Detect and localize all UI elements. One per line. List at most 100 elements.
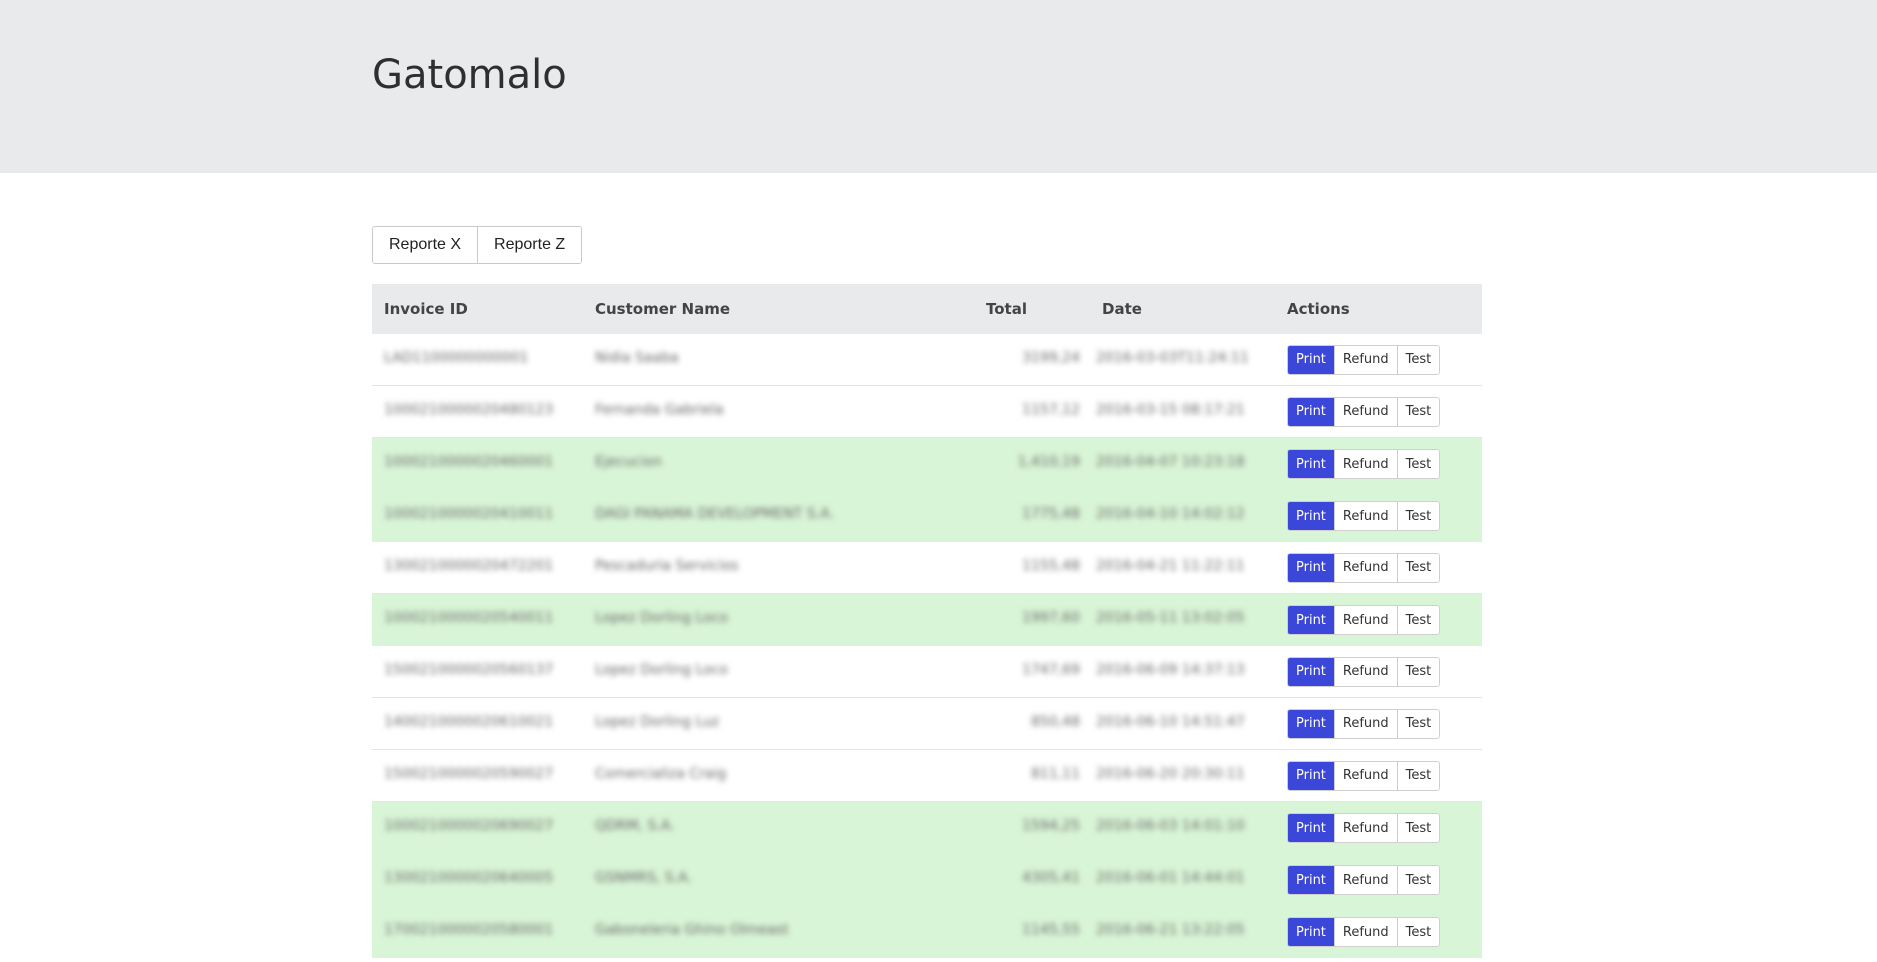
total-cell: 811,11 bbox=[1031, 765, 1080, 782]
date-cell: 2016-05-11 13:02:05 bbox=[1096, 610, 1245, 626]
row-actions: Print Refund Test bbox=[1287, 344, 1441, 375]
row-actions: Print Refund Test bbox=[1287, 656, 1441, 687]
date-cell: 2016-06-09 14:37:13 bbox=[1096, 661, 1245, 678]
refund-button[interactable]: Refund bbox=[1333, 709, 1397, 738]
report-button-group: Reporte X Reporte Z bbox=[372, 226, 583, 264]
table-row: 1000210000020540011 Lopez Dorling Loco 199… bbox=[372, 594, 1482, 646]
total-cell: 1157,12 bbox=[1022, 401, 1080, 418]
test-button[interactable]: Test bbox=[1396, 553, 1440, 582]
invoice-id-cell: 1000210000020540011 bbox=[384, 610, 554, 626]
total-cell: 1,410,19 bbox=[1017, 454, 1080, 470]
refund-button[interactable]: Refund bbox=[1333, 397, 1397, 426]
invoice-id-cell: 1000210000020410011 bbox=[384, 506, 554, 522]
test-button[interactable]: Test bbox=[1396, 606, 1440, 634]
print-button[interactable]: Print bbox=[1288, 397, 1334, 426]
refund-button[interactable]: Refund bbox=[1333, 761, 1397, 790]
print-button[interactable]: Print bbox=[1288, 502, 1334, 530]
total-cell: 4305,41 bbox=[1022, 870, 1080, 886]
row-actions: Print Refund Test bbox=[1287, 396, 1441, 427]
test-button[interactable]: Test bbox=[1396, 397, 1440, 426]
table-row: LAD1100000000001 Nidia Saaba 3199,24 2016-0… bbox=[372, 334, 1482, 386]
total-cell: 1145,55 bbox=[1022, 922, 1080, 938]
total-cell: 1997,60 bbox=[1022, 610, 1080, 626]
refund-button[interactable]: Refund bbox=[1333, 450, 1397, 478]
table-row: 1700210000020580001 Gaboneleria Ghino Olm… bbox=[372, 906, 1482, 958]
refund-button[interactable]: Refund bbox=[1333, 657, 1397, 686]
print-button[interactable]: Print bbox=[1288, 553, 1334, 582]
table-row: 1000210000020480123 Fernanda Gabriela 1157… bbox=[372, 386, 1482, 438]
customer-name-cell: Lopez Dorling Loco bbox=[595, 661, 728, 678]
reporte-x-button[interactable]: Reporte X bbox=[373, 227, 478, 263]
refund-button[interactable]: Refund bbox=[1333, 918, 1397, 946]
total-cell: 1594,25 bbox=[1022, 818, 1080, 834]
invoice-id-cell: 1400210000020610021 bbox=[384, 713, 554, 730]
customer-name-cell: Lopez Dorling Luz bbox=[595, 713, 720, 730]
refund-button[interactable]: Refund bbox=[1333, 866, 1397, 894]
invoice-id-cell: 1300210000020640005 bbox=[384, 870, 554, 886]
total-cell: 3199,24 bbox=[1022, 349, 1080, 366]
customer-name-cell: Fernanda Gabriela bbox=[595, 401, 724, 418]
row-actions: Print Refund Test bbox=[1287, 708, 1441, 739]
row-actions: Print Refund Test bbox=[1287, 917, 1441, 947]
table-row: 1500210000020560137 Lopez Dorling Loco 174… bbox=[372, 646, 1482, 698]
print-button[interactable]: Print bbox=[1288, 709, 1334, 738]
date-cell: 2016-03-03T11:24:11 bbox=[1096, 349, 1249, 366]
refund-button[interactable]: Refund bbox=[1333, 553, 1397, 582]
date-cell: 2016-04-07 10:23:18 bbox=[1096, 454, 1245, 470]
customer-name-cell: Ejecucion bbox=[595, 454, 662, 470]
test-button[interactable]: Test bbox=[1396, 709, 1440, 738]
print-button[interactable]: Print bbox=[1288, 345, 1334, 374]
table-body: LAD1100000000001 Nidia Saaba 3199,24 2016-0… bbox=[372, 334, 1482, 958]
date-cell: 2016-06-10 14:51:47 bbox=[1096, 713, 1245, 730]
refund-button[interactable]: Refund bbox=[1333, 606, 1397, 634]
print-button[interactable]: Print bbox=[1288, 606, 1334, 634]
customer-name-cell: Nidia Saaba bbox=[595, 349, 679, 366]
reporte-z-button[interactable]: Reporte Z bbox=[477, 227, 582, 263]
print-button[interactable]: Print bbox=[1288, 866, 1334, 894]
invoice-table: Invoice ID Customer Name Total Date Acti… bbox=[372, 284, 1482, 958]
row-actions: Print Refund Test bbox=[1287, 813, 1441, 843]
customer-name-cell: DAGI PANAMA DEVELOPMENT S.A. bbox=[595, 506, 834, 522]
refund-button[interactable]: Refund bbox=[1333, 814, 1397, 842]
test-button[interactable]: Test bbox=[1396, 761, 1440, 790]
customer-name-cell: Pescaduria Servicios bbox=[595, 557, 739, 574]
table-row: 1300210000020640005 GSNMRS, S.A. 4305,41 20… bbox=[372, 854, 1482, 906]
date-cell: 2016-06-21 13:22:05 bbox=[1096, 922, 1245, 938]
test-button[interactable]: Test bbox=[1396, 657, 1440, 686]
refund-button[interactable]: Refund bbox=[1333, 345, 1397, 374]
date-cell: 2016-06-20 20:30:11 bbox=[1096, 765, 1245, 782]
invoice-id-cell: 1000210000020690027 bbox=[384, 818, 554, 834]
column-header-date: Date bbox=[1102, 300, 1142, 318]
customer-name-cell: Comercializa Craig bbox=[595, 765, 727, 782]
test-button[interactable]: Test bbox=[1396, 345, 1440, 374]
test-button[interactable]: Test bbox=[1396, 502, 1440, 530]
test-button[interactable]: Test bbox=[1396, 866, 1440, 894]
table-row: 1500210000020590027 Comercializa Craig 811… bbox=[372, 750, 1482, 802]
invoice-id-cell: 1500210000020560137 bbox=[384, 661, 554, 678]
header-banner: Gatomalo bbox=[0, 0, 1877, 173]
invoice-id-cell: 1000210000020480123 bbox=[384, 401, 554, 418]
date-cell: 2016-03-15 08:17:21 bbox=[1096, 401, 1245, 418]
table-row: 1300210000020472201 Pescaduria Servicios 1… bbox=[372, 542, 1482, 594]
customer-name-cell: Gaboneleria Ghino Olmeast bbox=[595, 922, 789, 938]
test-button[interactable]: Test bbox=[1396, 918, 1440, 946]
date-cell: 2016-04-10 14:02:12 bbox=[1096, 506, 1245, 522]
date-cell: 2016-04-21 11:22:11 bbox=[1096, 557, 1245, 574]
test-button[interactable]: Test bbox=[1396, 450, 1440, 478]
date-cell: 2016-06-01 14:44:01 bbox=[1096, 870, 1245, 886]
print-button[interactable]: Print bbox=[1288, 450, 1334, 478]
refund-button[interactable]: Refund bbox=[1333, 502, 1397, 530]
test-button[interactable]: Test bbox=[1396, 814, 1440, 842]
row-actions: Print Refund Test bbox=[1287, 501, 1441, 531]
invoice-id-cell: 1300210000020472201 bbox=[384, 557, 554, 574]
customer-name-cell: QDRM, S.A. bbox=[595, 818, 675, 834]
print-button[interactable]: Print bbox=[1288, 761, 1334, 790]
print-button[interactable]: Print bbox=[1288, 657, 1334, 686]
print-button[interactable]: Print bbox=[1288, 814, 1334, 842]
invoice-id-cell: 1500210000020590027 bbox=[384, 765, 554, 782]
row-actions: Print Refund Test bbox=[1287, 760, 1441, 791]
table-row: 1000210000020690027 QDRM, S.A. 1594,25 2016… bbox=[372, 802, 1482, 854]
print-button[interactable]: Print bbox=[1288, 918, 1334, 946]
column-header-actions: Actions bbox=[1287, 300, 1350, 318]
customer-name-cell: Lopez Dorling Loco bbox=[595, 610, 728, 626]
